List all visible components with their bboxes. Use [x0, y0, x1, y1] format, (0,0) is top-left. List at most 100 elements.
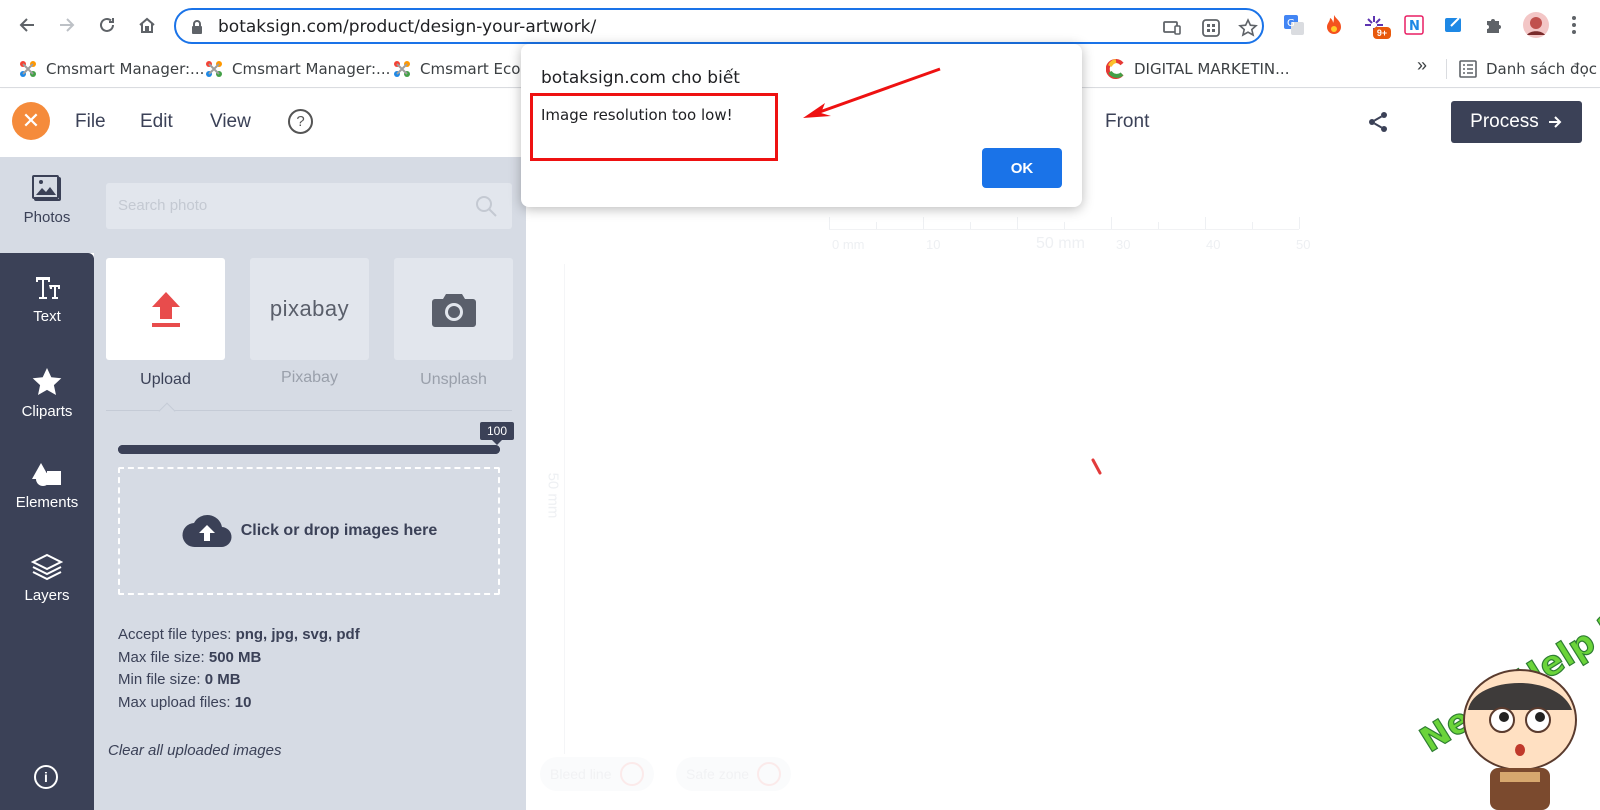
need-help-widget[interactable]: Need Help ?	[1410, 600, 1600, 810]
mascot-character-icon	[1463, 669, 1577, 810]
file-types-label: Accept file types:	[118, 626, 236, 643]
ruler-label: 40	[1206, 237, 1221, 252]
unsplash-source-label[interactable]: Unsplash	[394, 371, 513, 389]
sidebar-item-text[interactable]: Text	[0, 274, 94, 325]
joomla-icon	[206, 61, 222, 77]
search-placeholder: Search photo	[118, 197, 208, 214]
pixabay-logo: pixabay	[269, 296, 350, 321]
sidebar-item-elements[interactable]: Elements	[0, 462, 94, 511]
address-bar[interactable]: botaksign.com/product/design-your-artwor…	[174, 8, 1264, 44]
alert-title: botaksign.com cho biết	[541, 68, 740, 88]
bleed-line-label: Bleed line	[550, 766, 612, 782]
home-button[interactable]	[134, 12, 160, 38]
browser-menu-icon[interactable]	[1562, 13, 1586, 37]
shapes-icon	[32, 463, 61, 486]
image-dropzone[interactable]: Click or drop images here	[118, 467, 500, 595]
max-size-value: 500 MB	[208, 648, 262, 666]
upload-progress-bar	[118, 445, 500, 454]
back-arrow-icon	[19, 18, 34, 32]
reading-list-button[interactable]: Danh sách đọc	[1458, 56, 1597, 82]
annotation-arrow-icon	[803, 67, 941, 118]
back-button[interactable]	[14, 12, 40, 38]
alert-ok-button[interactable]: OK	[982, 148, 1062, 188]
sidebar	[0, 253, 94, 810]
extension-badge: 9+	[1373, 27, 1391, 39]
fire-extension-icon[interactable]	[1322, 13, 1346, 37]
bleed-line-toggle[interactable]: Bleed line	[540, 757, 654, 791]
camera-icon	[431, 294, 476, 327]
url-text: botaksign.com/product/design-your-artwor…	[218, 17, 597, 37]
search-input[interactable]: Search photo	[106, 183, 512, 229]
share-icon[interactable]	[1366, 110, 1390, 139]
sidebar-item-layers[interactable]: Layers	[0, 553, 94, 604]
pixabay-source-label[interactable]: Pixabay	[250, 369, 369, 387]
star-icon	[32, 368, 62, 395]
upload-source-card[interactable]	[106, 258, 225, 360]
upload-source-label[interactable]: Upload	[106, 371, 225, 389]
max-files-label: Max upload files:	[118, 693, 235, 711]
forward-button[interactable]	[54, 12, 80, 38]
pixabay-source-card[interactable]: pixabay	[250, 258, 369, 360]
svg-text:N: N	[1409, 19, 1420, 34]
upload-arrow-icon	[151, 292, 180, 327]
bookmark-item[interactable]: DIGITAL MARKETIN...	[1106, 56, 1289, 82]
cast-icon[interactable]	[1161, 17, 1183, 39]
bookmark-item[interactable]: Cmsmart Manager:...	[204, 56, 390, 82]
joomla-icon	[20, 61, 36, 77]
annotation-highlight-box	[530, 93, 778, 161]
ruler-label: 0 mm	[832, 237, 865, 252]
unsplash-source-card[interactable]	[394, 258, 513, 360]
menu-edit[interactable]: Edit	[140, 111, 173, 133]
sidebar-item-label: Layers	[24, 587, 70, 604]
process-button[interactable]: Process	[1451, 101, 1582, 143]
clear-uploaded-images-link[interactable]: Clear all uploaded images	[108, 742, 281, 759]
sidebar-item-label: Photos	[23, 209, 71, 226]
forward-arrow-icon	[60, 18, 75, 32]
sidebar-item-label: Text	[33, 308, 61, 325]
search-icon	[474, 194, 498, 223]
file-requirements: Accept file types: png, jpg, svg, pdf Ma…	[118, 624, 360, 714]
bookmarks-separator	[1446, 59, 1447, 79]
bookmark-label: Cmsmart Manager:...	[46, 60, 205, 78]
loading-spinner-icon	[1091, 458, 1102, 475]
active-source-pointer	[158, 402, 176, 420]
max-size-label: Max file size:	[118, 648, 209, 666]
menu-file[interactable]: File	[75, 111, 106, 133]
sparkle-extension-icon[interactable]: 9+	[1362, 13, 1391, 39]
reload-icon	[100, 17, 114, 32]
help-icon[interactable]: ?	[288, 109, 313, 134]
joomla-icon	[394, 61, 410, 77]
cloud-upload-icon	[182, 514, 232, 548]
horizontal-ruler	[829, 214, 1300, 230]
notion-extension-icon[interactable]: N	[1402, 13, 1426, 37]
sidebar-item-cliparts[interactable]: Cliparts	[0, 367, 94, 420]
ruler-side-label: 50 mm	[544, 472, 562, 519]
safe-zone-toggle[interactable]: Safe zone	[676, 757, 792, 791]
close-icon: ✕	[21, 108, 41, 133]
extensions-puzzle-icon[interactable]	[1482, 13, 1506, 37]
reload-button[interactable]	[94, 12, 120, 38]
profile-avatar[interactable]	[1522, 11, 1550, 39]
close-editor-button[interactable]: ✕	[12, 102, 50, 140]
menu-view[interactable]: View	[210, 111, 251, 133]
side-front-tab[interactable]: Front	[1105, 111, 1149, 133]
sidebar-item-label: Elements	[15, 494, 79, 511]
bookmark-star-icon[interactable]	[1237, 17, 1259, 39]
translate-extension-icon[interactable]: G	[1282, 13, 1306, 37]
bookmarks-overflow-button[interactable]: »	[1417, 55, 1427, 76]
bookmark-label: DIGITAL MARKETIN...	[1134, 60, 1290, 78]
colorful-c-icon	[1106, 59, 1124, 79]
app-grid-icon[interactable]	[1200, 17, 1222, 39]
upload-progress-fill	[118, 445, 500, 454]
bookmark-item[interactable]: Cmsmart Manager:...	[18, 56, 204, 82]
text-icon	[34, 277, 60, 299]
dropzone-text: Click or drop images here	[240, 522, 438, 539]
ruler-label: 50	[1296, 237, 1311, 252]
photos-icon	[32, 175, 61, 201]
info-icon[interactable]: i	[34, 765, 58, 789]
safe-zone-label: Safe zone	[686, 766, 750, 782]
browser-toolbar: botaksign.com/product/design-your-artwor…	[0, 0, 1600, 50]
process-label: Process	[1470, 111, 1539, 132]
screenshot-extension-icon[interactable]	[1442, 13, 1466, 37]
sidebar-item-photos[interactable]: Photos	[0, 175, 94, 226]
